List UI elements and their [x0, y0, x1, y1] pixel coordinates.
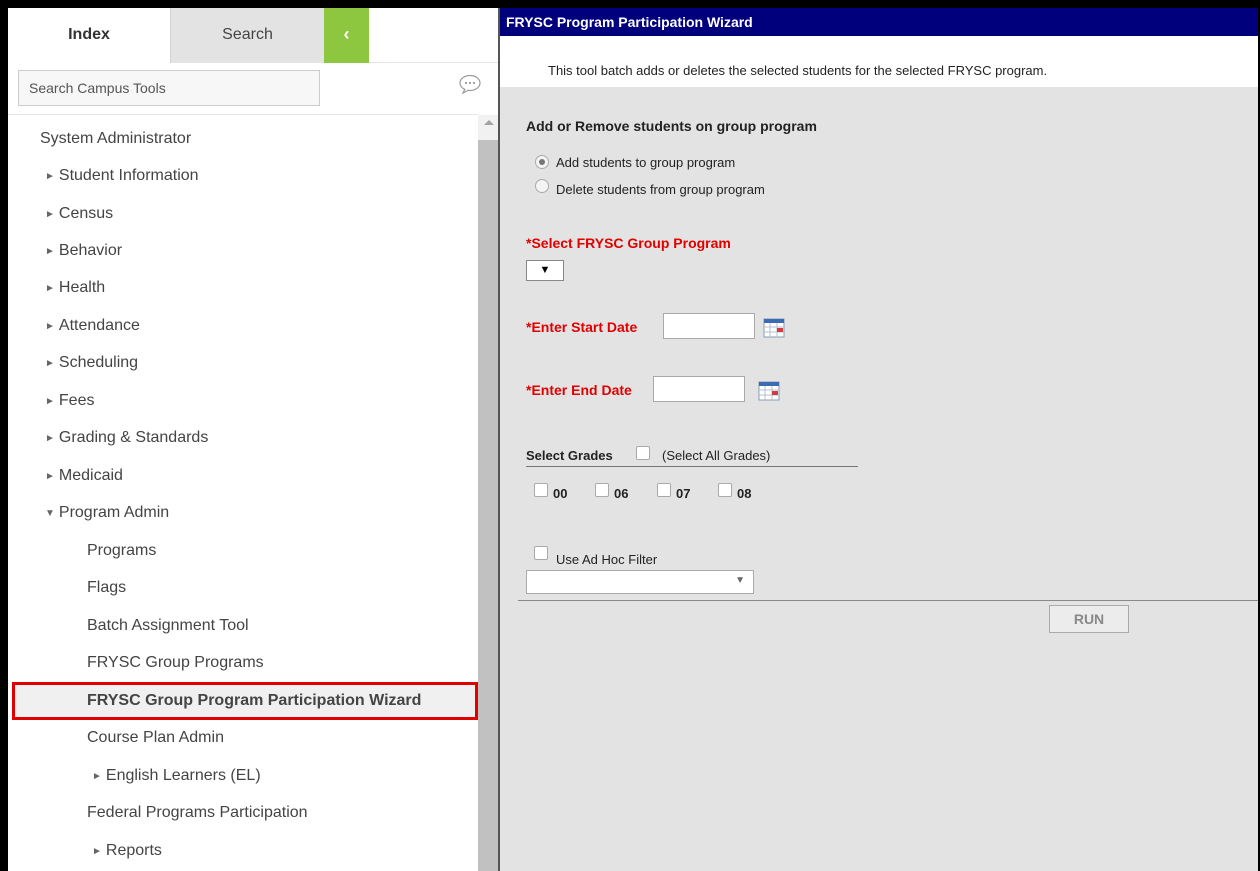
page-title: FRYSC Program Participation Wizard	[500, 8, 1258, 36]
nav-label: Behavior	[58, 242, 123, 259]
nav-frysc-group-programs[interactable]: FRYSC Group Programs	[8, 644, 478, 681]
nav-label: FRYSC Group Programs	[87, 654, 264, 671]
nav-label: Federal Programs Participation	[87, 804, 308, 821]
nav-label: Programs	[87, 542, 157, 559]
nav-english-learners[interactable]: ► English Learners (EL)	[8, 757, 478, 794]
delete-students-radio[interactable]	[535, 179, 549, 193]
delete-students-label: Delete students from group program	[556, 182, 765, 197]
sidebar-scroll-thumb[interactable]	[478, 140, 498, 871]
description-area	[500, 36, 1258, 87]
add-students-label: Add students to group program	[556, 155, 736, 170]
nav-label: System Administrator	[40, 130, 192, 147]
select-grades-label: Select Grades	[526, 448, 613, 463]
use-adhoc-filter-checkbox[interactable]	[534, 546, 548, 560]
sidebar: Index Search ‹ System Administrator ►Stu…	[8, 8, 498, 871]
expand-arrow-icon: ►	[45, 209, 55, 220]
select-all-grades-checkbox[interactable]	[636, 446, 650, 460]
expand-arrow-icon: ►	[45, 396, 55, 407]
nav-course-plan-admin[interactable]: Course Plan Admin	[8, 719, 478, 756]
calendar-icon[interactable]	[758, 381, 780, 401]
expand-arrow-icon: ►	[45, 358, 55, 369]
nav-census[interactable]: ► Census	[8, 195, 478, 232]
nav-attendance[interactable]: ► Attendance	[8, 307, 478, 344]
form-footer-divider	[518, 600, 1258, 601]
nav-label: Attendance	[58, 317, 140, 334]
expand-arrow-icon: ►	[45, 171, 55, 182]
chevron-down-icon: ▼	[735, 575, 745, 586]
grade-07-checkbox[interactable]	[657, 483, 671, 497]
group-program-label: *Select FRYSC Group Program	[526, 235, 731, 251]
start-date-input[interactable]	[663, 313, 755, 339]
adhoc-filter-select[interactable]: ▼	[526, 570, 754, 594]
wizard-panel: FRYSC Program Participation Wizard This …	[500, 8, 1258, 871]
end-date-input[interactable]	[653, 376, 745, 402]
select-all-grades-label: (Select All Grades)	[662, 448, 771, 463]
grade-00-label: 00	[553, 486, 568, 501]
nav-program-admin[interactable]: ▼ Program Admin	[8, 494, 478, 531]
speech-bubble-icon[interactable]	[458, 74, 482, 94]
nav-label: Batch Assignment Tool	[87, 617, 249, 634]
collapse-sidebar-button[interactable]: ‹	[324, 8, 369, 63]
nav-scheduling[interactable]: ► Scheduling	[8, 344, 478, 381]
nav-label: Grading & Standards	[58, 429, 209, 446]
nav-batch-assignment-tool[interactable]: Batch Assignment Tool	[8, 607, 478, 644]
nav-label: FRYSC Group Program Participation Wizard	[87, 692, 422, 709]
nav-health[interactable]: ► Health	[8, 269, 478, 306]
nav-medicaid[interactable]: ► Medicaid	[8, 457, 478, 494]
nav-behavior[interactable]: ► Behavior	[8, 232, 478, 269]
nav-label: Student Information	[58, 167, 199, 184]
expand-arrow-icon: ►	[45, 246, 55, 257]
nav-federal-programs-participation[interactable]: Federal Programs Participation	[8, 794, 478, 831]
nav-frysc-participation-wizard[interactable]: FRYSC Group Program Participation Wizard	[12, 682, 478, 720]
collapse-arrow-icon: ▼	[45, 508, 55, 519]
nav-label: Course Plan Admin	[87, 729, 224, 746]
nav-label: Scheduling	[58, 354, 139, 371]
search-campus-tools-input[interactable]	[18, 70, 320, 106]
expand-arrow-icon: ►	[45, 471, 55, 482]
grade-06-label: 06	[614, 486, 629, 501]
expand-arrow-icon: ►	[45, 321, 55, 332]
app-frame: Index Search ‹ System Administrator ►Stu…	[8, 8, 1258, 871]
use-adhoc-filter-label: Use Ad Hoc Filter	[556, 552, 658, 567]
grade-08-checkbox[interactable]	[718, 483, 732, 497]
run-button[interactable]: RUN	[1049, 605, 1129, 633]
nav-label: Health	[58, 279, 106, 296]
tab-search[interactable]: Search	[170, 8, 324, 63]
nav-student-information[interactable]: ► Student Information	[8, 157, 478, 194]
nav-label: Program Admin	[58, 504, 170, 521]
nav-label: Medicaid	[58, 467, 123, 484]
nav-label: Fees	[58, 392, 95, 409]
expand-arrow-icon: ►	[92, 846, 102, 857]
nav-label: English Learners (EL)	[105, 767, 261, 784]
grade-07-label: 07	[676, 486, 691, 501]
sidebar-tabs: Index Search ‹	[8, 8, 498, 63]
tab-index[interactable]: Index	[8, 8, 170, 63]
nav-label: Reports	[105, 842, 162, 859]
nav-flags[interactable]: Flags	[8, 569, 478, 606]
nav-fees[interactable]: ► Fees	[8, 382, 478, 419]
nav-reports[interactable]: ► Reports	[8, 832, 478, 869]
grade-06-checkbox[interactable]	[595, 483, 609, 497]
expand-arrow-icon: ►	[92, 771, 102, 782]
grade-00-checkbox[interactable]	[534, 483, 548, 497]
calendar-icon[interactable]	[763, 318, 785, 338]
scroll-up-arrow-icon[interactable]	[484, 120, 494, 125]
grades-underline	[526, 466, 858, 467]
start-date-label: *Enter Start Date	[526, 319, 638, 335]
nav-divider	[8, 114, 478, 115]
expand-arrow-icon: ►	[45, 433, 55, 444]
group-program-select[interactable]: ▼	[526, 260, 564, 281]
nav-label: Census	[58, 205, 114, 222]
tool-description: This tool batch adds or deletes the sele…	[548, 63, 1048, 78]
nav-programs[interactable]: Programs	[8, 532, 478, 569]
add-students-radio[interactable]	[535, 155, 549, 169]
end-date-label: *Enter End Date	[526, 382, 632, 398]
expand-arrow-icon: ►	[45, 283, 55, 294]
nav-grading-standards[interactable]: ► Grading & Standards	[8, 419, 478, 456]
nav-system-administrator[interactable]: System Administrator	[8, 120, 478, 157]
grade-08-label: 08	[737, 486, 752, 501]
nav-label: Flags	[87, 579, 127, 596]
mode-heading: Add or Remove students on group program	[526, 118, 817, 134]
